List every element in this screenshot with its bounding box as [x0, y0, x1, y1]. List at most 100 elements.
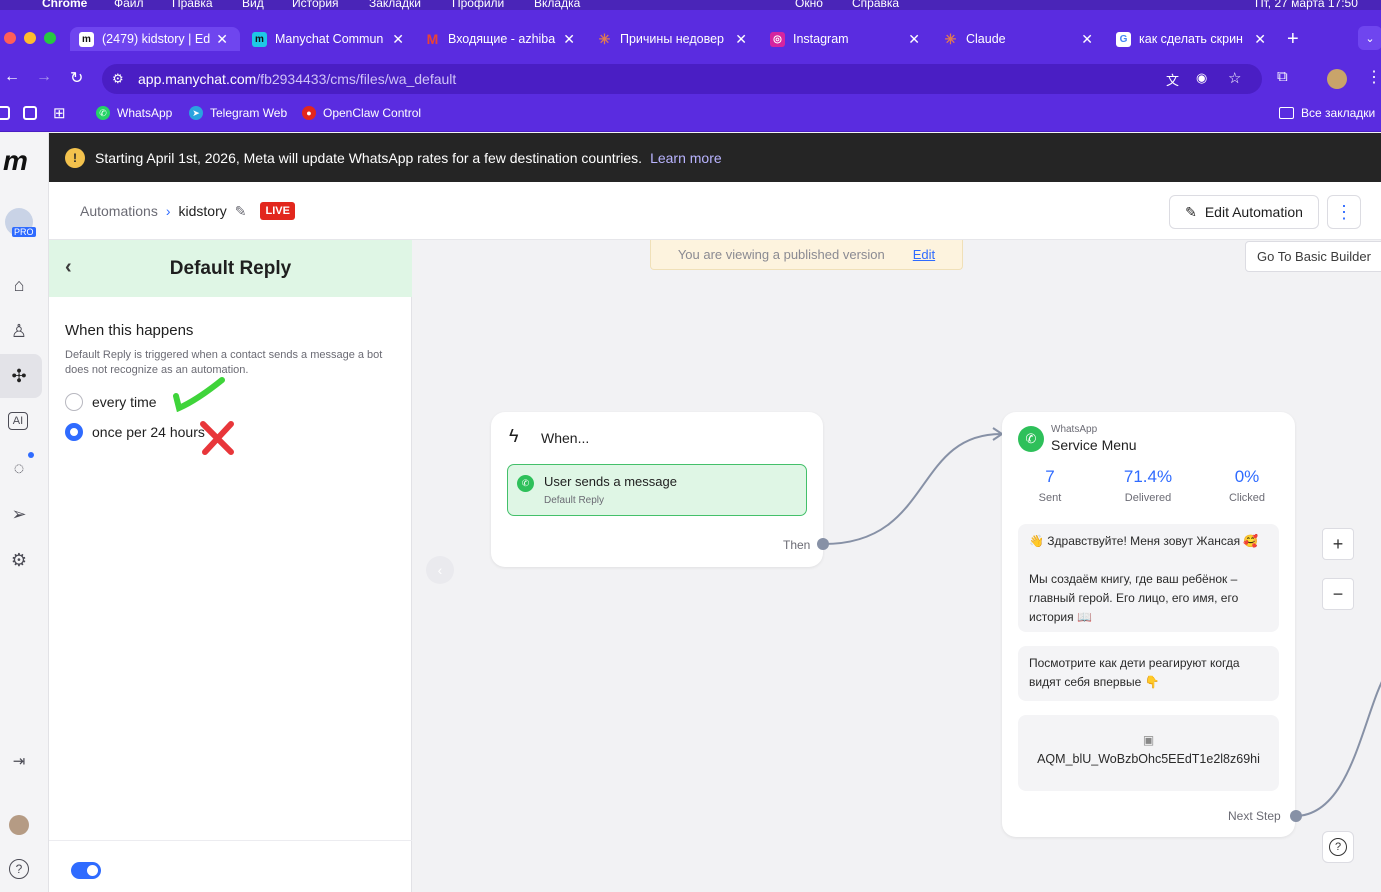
- tab-manychat-community[interactable]: m Manychat Commun ✕: [252, 27, 404, 51]
- help-icon[interactable]: ?: [9, 859, 29, 879]
- breadcrumb: Automations › kidstory ✎ LIVE: [80, 202, 295, 220]
- menu-profiles[interactable]: Профили: [452, 0, 504, 10]
- panel-header: ‹ Default Reply: [49, 240, 412, 297]
- menu-file[interactable]: Файл: [114, 0, 144, 10]
- broadcast-send-icon[interactable]: ➢: [8, 503, 30, 525]
- window-zoom-control[interactable]: [44, 32, 56, 44]
- reading-list-icon[interactable]: [23, 106, 37, 120]
- option-once-per-24-hours[interactable]: once per 24 hours: [65, 423, 205, 441]
- rename-pencil-icon[interactable]: ✎: [235, 203, 247, 220]
- reload-icon[interactable]: ↻: [70, 68, 83, 88]
- learn-more-link[interactable]: Learn more: [650, 150, 722, 166]
- extensions-puzzle-icon[interactable]: ⧉: [1277, 68, 1288, 85]
- red-cross-annotation: [200, 421, 234, 455]
- back-chevron-icon[interactable]: ‹: [65, 256, 72, 279]
- breadcrumb-current: kidstory: [178, 203, 227, 219]
- profile-avatar-icon[interactable]: [1327, 69, 1347, 89]
- apps-grid-icon[interactable]: ⊞: [53, 104, 66, 122]
- tab-title: Manychat Commun: [275, 32, 384, 46]
- green-checkmark-annotation: [173, 377, 225, 412]
- tab-close-icon[interactable]: ✕: [1254, 31, 1266, 48]
- option-every-time[interactable]: every time: [65, 393, 157, 411]
- stat-label: Clicked: [1228, 492, 1266, 504]
- then-connector-dot[interactable]: [817, 538, 829, 550]
- flow-canvas[interactable]: You are viewing a published version Edit…: [413, 240, 1381, 892]
- zoom-out-button[interactable]: −: [1322, 578, 1354, 610]
- menu-history[interactable]: История: [292, 0, 339, 10]
- trigger-card[interactable]: ϟ When... ✆ User sends a message Default…: [491, 412, 829, 567]
- app-sidebar: m PRO ⌂ ♙ ✣ AI ◌ ➢ ⚙ ⇥ ?: [0, 133, 49, 892]
- tab-gmail[interactable]: M Входящие - azhiba ✕: [425, 27, 575, 51]
- tracking-eye-icon[interactable]: ◉: [1196, 70, 1207, 86]
- back-arrow-icon[interactable]: ←: [4, 68, 20, 86]
- tab-close-icon[interactable]: ✕: [908, 31, 920, 48]
- tab-google-search[interactable]: G как сделать скрин ✕: [1116, 27, 1266, 51]
- more-options-button[interactable]: ⋮: [1327, 195, 1361, 229]
- forward-arrow-icon[interactable]: →: [36, 68, 52, 86]
- bookmark-openclaw[interactable]: ● OpenClaw Control: [302, 106, 421, 120]
- tab-close-icon[interactable]: ✕: [1081, 31, 1093, 48]
- bookmark-telegram[interactable]: ➤ Telegram Web: [189, 106, 287, 120]
- settings-gear-icon[interactable]: ⚙: [8, 549, 30, 571]
- all-bookmarks[interactable]: Все закладки: [1279, 106, 1375, 120]
- menu-chrome[interactable]: Chrome: [42, 0, 87, 10]
- window-close-control[interactable]: [4, 32, 16, 44]
- bookmark-whatsapp[interactable]: ✆ WhatsApp: [96, 106, 172, 120]
- breadcrumb-automations[interactable]: Automations: [80, 203, 158, 219]
- unread-dot: [28, 452, 34, 458]
- channel-label: WhatsApp: [1051, 424, 1098, 435]
- translate-icon[interactable]: 文: [1166, 70, 1179, 89]
- video-attachment[interactable]: ▣ AQM_blU_WoBzbOhc5EEdT1e2l8z69hi: [1018, 715, 1279, 791]
- edit-automation-button[interactable]: ✎ Edit Automation: [1169, 195, 1319, 229]
- next-step-connector-dot[interactable]: [1290, 810, 1302, 822]
- manychat-logo-icon[interactable]: m: [3, 147, 35, 175]
- radio-button[interactable]: [65, 393, 83, 411]
- browser-menu-icon[interactable]: ⋮: [1366, 67, 1381, 87]
- contacts-icon[interactable]: ♙: [8, 320, 30, 342]
- zoom-in-button[interactable]: +: [1322, 528, 1354, 560]
- stat-sent: 7 Sent: [1020, 467, 1080, 504]
- menu-help[interactable]: Справка: [852, 0, 899, 10]
- tab-instagram[interactable]: ◎ Instagram ✕: [770, 27, 920, 51]
- bookmark-label: OpenClaw Control: [323, 106, 422, 120]
- trigger-item[interactable]: ✆ User sends a message Default Reply: [507, 464, 807, 516]
- menu-view[interactable]: Вид: [242, 0, 264, 10]
- stat-clicked: 0% Clicked: [1202, 467, 1292, 504]
- user-avatar-icon[interactable]: [9, 815, 29, 835]
- whatsapp-icon: ✆: [96, 106, 110, 120]
- message-text-block[interactable]: Посмотрите как дети реагируют когда видя…: [1018, 646, 1279, 701]
- tab-close-icon[interactable]: ✕: [216, 31, 228, 48]
- collapse-panel-chevron-icon[interactable]: ‹: [426, 556, 454, 584]
- service-menu-card[interactable]: ✆ WhatsApp Service Menu 7 Sent 71.4% Del…: [1002, 412, 1302, 837]
- menu-tab[interactable]: Вкладка: [534, 0, 580, 10]
- bookmark-star-icon[interactable]: ☆: [1228, 69, 1241, 87]
- tab-claude[interactable]: ✳ Claude ✕: [943, 27, 1093, 51]
- whatsapp-icon: ✆: [517, 475, 534, 492]
- message-text-block[interactable]: 👋 Здравствуйте! Меня зовут Жансая 🥰 Мы с…: [1018, 524, 1279, 632]
- automation-icon[interactable]: ✣: [8, 365, 30, 387]
- radio-button-selected[interactable]: [65, 423, 83, 441]
- window-minimize-control[interactable]: [24, 32, 36, 44]
- sidebar-toggle-icon[interactable]: [0, 106, 10, 120]
- manychat-icon: m: [79, 31, 94, 47]
- chat-icon[interactable]: ◌: [8, 457, 30, 479]
- home-icon[interactable]: ⌂: [8, 274, 30, 296]
- next-step-label: Next Step: [1228, 809, 1281, 823]
- collapse-sidebar-icon[interactable]: ⇥: [8, 750, 30, 772]
- automation-toggle[interactable]: [71, 862, 101, 879]
- site-settings-icon[interactable]: ⚙: [112, 71, 124, 87]
- menu-edit[interactable]: Правка: [172, 0, 213, 10]
- tab-search-chevron-icon[interactable]: ⌄: [1358, 26, 1381, 50]
- tab-close-icon[interactable]: ✕: [563, 31, 575, 48]
- tab-title: как сделать скрин: [1139, 32, 1243, 46]
- tab-claude-reasons[interactable]: ✳ Причины недовер ✕: [597, 27, 747, 51]
- tab-close-icon[interactable]: ✕: [735, 31, 747, 48]
- tab-kidstory[interactable]: m (2479) kidstory | Ed ✕: [70, 27, 240, 51]
- ai-icon[interactable]: AI: [8, 412, 28, 430]
- menu-bookmarks[interactable]: Закладки: [369, 0, 421, 10]
- new-tab-button[interactable]: +: [1287, 27, 1305, 51]
- menu-window[interactable]: Окно: [795, 0, 823, 10]
- address-bar[interactable]: ⚙ app.manychat.com/fb2934433/cms/files/w…: [102, 64, 1262, 94]
- tab-close-icon[interactable]: ✕: [392, 31, 404, 48]
- help-button[interactable]: ?: [1322, 831, 1354, 863]
